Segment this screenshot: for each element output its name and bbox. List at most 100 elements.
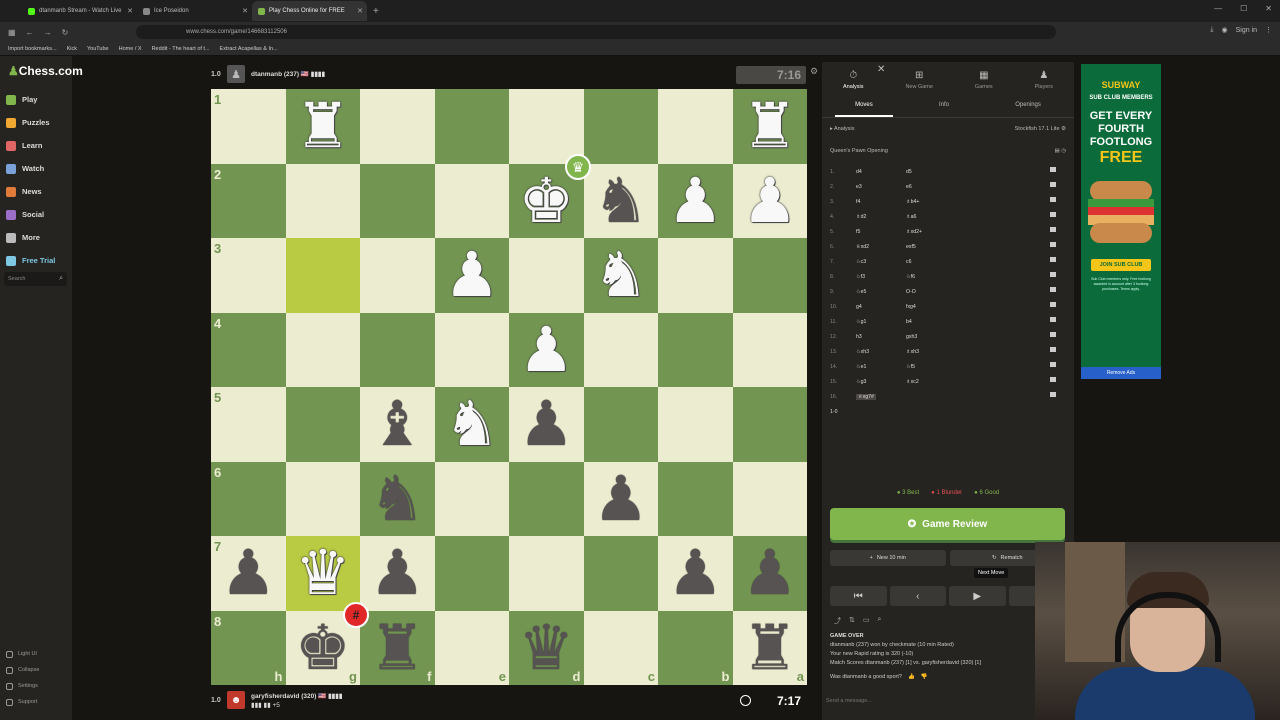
- sign-in-button[interactable]: Sign in: [1236, 27, 1257, 34]
- black-pawn-icon[interactable]: ♟: [220, 542, 276, 604]
- bookmark-item[interactable]: YouTube: [87, 46, 109, 52]
- share-icon[interactable]: ⤴: [834, 616, 841, 626]
- white-pawn-icon[interactable]: ♟: [444, 244, 500, 306]
- flip-icon[interactable]: ⇅: [849, 616, 855, 626]
- black-move[interactable]: e6: [906, 184, 956, 190]
- black-knight-icon[interactable]: ♞: [593, 169, 649, 232]
- black-pawn-icon[interactable]: ♟: [742, 542, 798, 604]
- square-g3[interactable]: [285, 238, 360, 313]
- tab-games[interactable]: ▦ Games: [975, 70, 993, 90]
- square-b7[interactable]: ♟: [658, 536, 733, 611]
- ad-cta-button[interactable]: JOIN SUB CLUB: [1091, 259, 1151, 271]
- sidebar-toggle-icon[interactable]: ▦: [8, 28, 16, 37]
- square-h7[interactable]: 7 ♟: [211, 536, 286, 611]
- subway-ad[interactable]: SUBWAY SUB CLUB MEMBERS GET EVERY FOURTH…: [1081, 64, 1161, 379]
- white-pawn-icon[interactable]: ♟: [742, 169, 798, 232]
- square-f2[interactable]: [360, 163, 435, 238]
- square-g4[interactable]: [285, 312, 360, 387]
- white-pawn-icon[interactable]: ♟: [518, 318, 574, 381]
- subtab-openings[interactable]: Openings: [995, 102, 1061, 117]
- square-a1[interactable]: ♜: [732, 89, 807, 164]
- white-move[interactable]: ♕xd2: [856, 244, 869, 250]
- square-h1[interactable]: 1: [211, 89, 286, 164]
- square-d7[interactable]: [509, 536, 584, 611]
- url-field[interactable]: www.chess.com/game/146683112506: [136, 25, 1056, 39]
- square-a5[interactable]: [732, 387, 807, 462]
- white-rook-icon[interactable]: ♜: [742, 95, 798, 157]
- square-f7[interactable]: ♟: [360, 536, 435, 611]
- square-f6[interactable]: ♞: [360, 461, 435, 536]
- square-d6[interactable]: [509, 461, 584, 536]
- black-king-icon[interactable]: ♚: [295, 616, 351, 679]
- bookmark-item[interactable]: Home / X: [119, 46, 142, 52]
- sidebar-item-more[interactable]: More: [6, 226, 68, 249]
- black-move[interactable]: c6: [906, 259, 956, 265]
- black-move[interactable]: fxg4: [906, 304, 956, 310]
- black-rook-icon[interactable]: ♜: [742, 616, 798, 679]
- bookmark-item[interactable]: Extract Acapellas & In...: [220, 46, 278, 52]
- sidebar-item-play[interactable]: Play: [6, 88, 68, 111]
- close-icon[interactable]: ✕: [877, 64, 885, 75]
- square-h4[interactable]: 4: [211, 312, 286, 387]
- square-f1[interactable]: [360, 89, 435, 164]
- square-a3[interactable]: [732, 238, 807, 313]
- black-move[interactable]: exf5: [906, 244, 956, 250]
- gear-icon[interactable]: ⚙: [1061, 126, 1066, 132]
- history-icon[interactable]: ◷: [1061, 148, 1066, 154]
- square-c6[interactable]: ♟: [583, 461, 658, 536]
- square-e2[interactable]: [434, 163, 509, 238]
- white-king-icon[interactable]: ♚: [518, 169, 574, 232]
- square-h3[interactable]: 3: [211, 238, 286, 313]
- close-window-icon[interactable]: ✕: [1265, 4, 1272, 13]
- black-move[interactable]: ♘f5: [906, 364, 956, 370]
- square-d1[interactable]: [509, 89, 584, 164]
- minimize-icon[interactable]: —: [1214, 4, 1222, 13]
- sidebar-item-social[interactable]: Social: [6, 203, 68, 226]
- sidebar-search-input[interactable]: Search ⌕: [4, 272, 67, 286]
- square-b2[interactable]: ♟: [658, 163, 733, 238]
- sidebar-item-news[interactable]: News: [6, 180, 68, 203]
- profile-icon[interactable]: ◉: [1221, 26, 1227, 34]
- square-c4[interactable]: [583, 312, 658, 387]
- board-settings-icon[interactable]: ⚙: [810, 66, 818, 77]
- tab-close-icon[interactable]: ✕: [242, 7, 248, 15]
- tab-new-game[interactable]: ⊞ New Game: [905, 70, 933, 90]
- chat-message-input[interactable]: Send a message...: [826, 698, 872, 704]
- square-b3[interactable]: [658, 238, 733, 313]
- black-move[interactable]: ♗xc2: [906, 379, 956, 385]
- black-bishop-icon[interactable]: ♝: [369, 393, 425, 455]
- new-game-button[interactable]: + New 10 min: [830, 550, 946, 566]
- site-logo[interactable]: ♟Chess.com: [8, 64, 83, 78]
- square-b5[interactable]: [658, 387, 733, 462]
- tab-players[interactable]: ♟ Players: [1035, 70, 1053, 90]
- new-tab-icon[interactable]: +: [373, 6, 379, 17]
- square-c7[interactable]: [583, 536, 658, 611]
- square-a8[interactable]: a ♜: [732, 610, 807, 685]
- opening-name[interactable]: Queen's Pawn Opening: [830, 148, 888, 154]
- first-move-button[interactable]: ⏮: [830, 586, 887, 606]
- square-e3[interactable]: ♟: [434, 238, 509, 313]
- export-icon[interactable]: ▭: [863, 616, 870, 626]
- browser-tab-1[interactable]: Ice Poseidon ✕: [137, 1, 252, 21]
- sidebar-item-puzzles[interactable]: Puzzles: [6, 111, 68, 134]
- square-h2[interactable]: 2: [211, 163, 286, 238]
- reload-icon[interactable]: ↻: [62, 28, 69, 37]
- square-b4[interactable]: [658, 312, 733, 387]
- bookmark-item[interactable]: Import bookmarks...: [8, 46, 57, 52]
- square-b6[interactable]: [658, 461, 733, 536]
- square-f5[interactable]: ♝: [360, 387, 435, 462]
- maximize-icon[interactable]: ☐: [1240, 4, 1247, 13]
- white-move[interactable]: ♘g3: [856, 379, 866, 385]
- play-button[interactable]: ▶: [949, 586, 1006, 606]
- player-name[interactable]: garyfisherdavid (320) 🇺🇸 ▮▮▮▮: [251, 692, 342, 700]
- download-icon[interactable]: ⤓: [1210, 26, 1213, 34]
- square-b8[interactable]: b: [658, 610, 733, 685]
- square-g5[interactable]: [285, 387, 360, 462]
- avatar[interactable]: ♟: [227, 65, 245, 83]
- thumbs-down-icon[interactable]: 👎: [921, 674, 928, 680]
- square-a2[interactable]: ♟: [732, 163, 807, 238]
- sidebar-item-light-ui[interactable]: Light UI: [6, 646, 68, 662]
- game-review-button[interactable]: ✪ Game Review: [830, 508, 1065, 540]
- white-move[interactable]: g4: [856, 304, 862, 310]
- white-rook-icon[interactable]: ♜: [295, 95, 351, 157]
